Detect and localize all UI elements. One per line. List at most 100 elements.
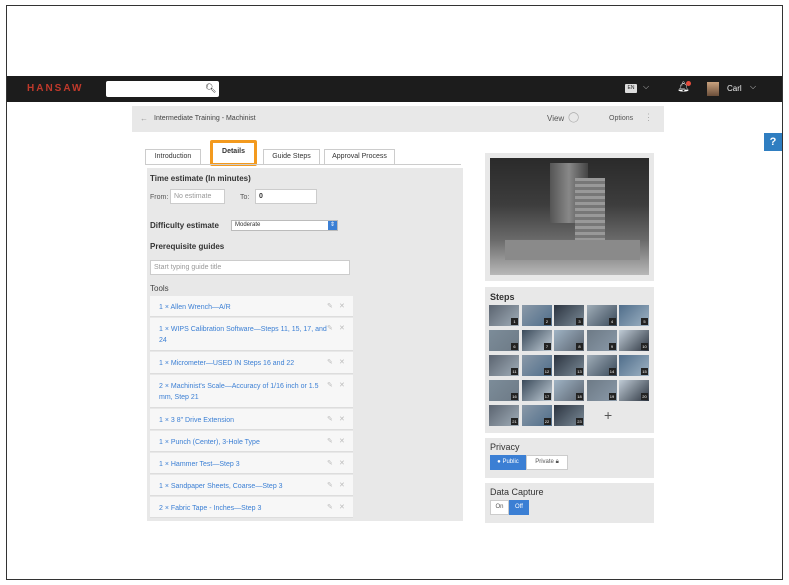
private-toggle[interactable]: Private 🔒︎ <box>526 455 568 470</box>
close-icon[interactable]: ✕ <box>339 415 345 423</box>
difficulty-label: Difficulty estimate <box>150 221 219 230</box>
step-thumbnail[interactable]: 7 <box>521 330 552 351</box>
back-arrow-icon[interactable]: ← <box>140 114 148 123</box>
step-number: 18 <box>576 393 583 400</box>
time-estimate-label: Time estimate (In minutes) <box>150 174 251 183</box>
guide-main-image[interactable] <box>485 153 654 281</box>
tool-item[interactable]: 1 × Micrometer—USED IN Steps 16 and 22 ✎… <box>150 352 353 374</box>
tool-item[interactable]: 2 × Machinist's Scale—Accuracy of 1/16 i… <box>150 375 353 408</box>
step-thumbnail[interactable]: 10 <box>619 330 649 351</box>
edit-icon[interactable]: ✎ <box>327 437 333 445</box>
close-icon[interactable]: ✕ <box>339 437 345 445</box>
tool-item[interactable]: 1 × WIPS Calibration Software—Steps 11, … <box>150 318 353 351</box>
tool-item[interactable]: 1 × Hammer Test—Step 3 ✎ ✕ <box>150 453 353 474</box>
close-icon[interactable]: ✕ <box>339 481 345 489</box>
tool-text[interactable]: 1 × Allen Wrench—A/R <box>159 302 329 313</box>
step-thumbnail[interactable]: 3 <box>554 305 584 326</box>
logo: HANSAW <box>27 83 84 94</box>
user-name[interactable]: Carl <box>727 84 742 93</box>
step-number: 6 <box>511 343 518 350</box>
to-input[interactable]: 0 <box>255 189 317 204</box>
step-number: 17 <box>543 393 551 400</box>
step-thumbnail[interactable]: 1 <box>489 305 519 326</box>
step-number: 12 <box>543 368 551 375</box>
tab-guide-steps[interactable]: Guide Steps <box>263 149 320 165</box>
close-icon[interactable]: ✕ <box>339 358 345 366</box>
edit-icon[interactable]: ✎ <box>327 381 333 389</box>
step-thumbnail[interactable]: 6 <box>489 330 519 351</box>
more-vertical-icon[interactable]: ⋮ <box>644 112 653 123</box>
tool-item[interactable]: 1 × Allen Wrench—A/R ✎ ✕ <box>150 296 353 317</box>
step-thumbnail[interactable]: 21 <box>489 405 519 426</box>
edit-icon[interactable]: ✎ <box>327 324 333 332</box>
step-thumbnail[interactable]: 15 <box>619 355 649 376</box>
from-input[interactable]: No estimate <box>170 189 225 204</box>
edit-icon[interactable]: ✎ <box>327 481 333 489</box>
tool-text[interactable]: 1 × Hammer Test—Step 3 <box>159 459 329 470</box>
options-button[interactable]: Options <box>609 115 633 122</box>
tool-text[interactable]: 1 × 3 8" Drive Extension <box>159 415 329 426</box>
step-thumbnail[interactable]: 14 <box>586 355 617 376</box>
step-thumbnail[interactable]: 18 <box>554 380 584 401</box>
step-thumbnail[interactable]: 17 <box>521 380 552 401</box>
step-thumbnail[interactable]: 11 <box>489 355 519 376</box>
tool-text[interactable]: 2 × Fabric Tape - Inches—Step 3 <box>159 503 329 514</box>
step-thumbnail[interactable]: 23 <box>554 405 584 426</box>
tool-text[interactable]: 2 × Machinist's Scale—Accuracy of 1/16 i… <box>159 381 329 403</box>
close-icon[interactable]: ✕ <box>339 381 345 389</box>
step-thumbnail[interactable]: 5 <box>619 305 649 326</box>
step-thumbnail[interactable]: 19 <box>586 380 617 401</box>
search-icon[interactable]: 🔍︎ <box>205 83 216 94</box>
data-capture-off[interactable]: Off <box>509 500 529 515</box>
tab-introduction[interactable]: Introduction <box>145 149 201 165</box>
step-thumbnail[interactable]: 4 <box>586 305 617 326</box>
search-input[interactable]: 🔍︎ <box>106 81 219 97</box>
public-label: Public <box>502 459 519 465</box>
help-button[interactable]: ? <box>764 133 782 151</box>
tool-item[interactable]: 1 × Sandpaper Sheets, Coarse—Step 3 ✎ ✕ <box>150 475 353 496</box>
edit-icon[interactable]: ✎ <box>327 302 333 310</box>
difficulty-select[interactable]: Moderate ⇕ <box>231 220 338 231</box>
guide-title[interactable]: Intermediate Training - Machinist <box>154 115 256 122</box>
add-step-button[interactable]: + <box>604 407 612 423</box>
prerequisite-input[interactable]: Start typing guide title <box>150 260 350 275</box>
edit-icon[interactable]: ✎ <box>327 358 333 366</box>
step-thumbnail[interactable]: 9 <box>586 330 617 351</box>
data-capture-on[interactable]: On <box>490 500 509 515</box>
details-panel: Time estimate (In minutes) From: No esti… <box>147 168 463 521</box>
chevron-down-icon[interactable]: ⌵ <box>750 82 756 92</box>
step-thumbnail[interactable]: 2 <box>521 305 552 326</box>
machine-photo <box>490 158 649 275</box>
step-thumbnail[interactable]: 22 <box>521 405 552 426</box>
edit-icon[interactable]: ✎ <box>327 459 333 467</box>
tool-item[interactable]: 2 × Fabric Tape - Inches—Step 3 ✎ ✕ <box>150 497 353 518</box>
view-button[interactable]: View <box>547 114 564 123</box>
tool-text[interactable]: 1 × Punch (Center), 3-Hole Type <box>159 437 329 448</box>
language-selector[interactable]: EN <box>625 84 637 93</box>
step-thumbnail[interactable]: 16 <box>489 380 519 401</box>
step-thumbnail[interactable]: 13 <box>554 355 584 376</box>
machine-table <box>505 240 640 260</box>
step-thumbnail[interactable]: 20 <box>619 380 649 401</box>
magnifier-icon[interactable]: ◯ <box>568 112 579 123</box>
step-number: 21 <box>511 418 518 425</box>
chevron-down-icon[interactable]: ⌵ <box>643 82 649 92</box>
close-icon[interactable]: ✕ <box>339 503 345 511</box>
close-icon[interactable]: ✕ <box>339 324 345 332</box>
step-thumbnail[interactable]: 8 <box>554 330 584 351</box>
tool-text[interactable]: 1 × WIPS Calibration Software—Steps 11, … <box>159 324 329 346</box>
edit-icon[interactable]: ✎ <box>327 415 333 423</box>
tool-item[interactable]: 1 × Punch (Center), 3-Hole Type ✎ ✕ <box>150 431 353 452</box>
tab-approval-process[interactable]: Approval Process <box>324 149 395 165</box>
step-number: 11 <box>511 368 518 375</box>
public-toggle[interactable]: ● Public <box>490 455 526 470</box>
tool-text[interactable]: 1 × Micrometer—USED IN Steps 16 and 22 <box>159 358 329 369</box>
tab-details[interactable]: Details <box>210 140 257 166</box>
close-icon[interactable]: ✕ <box>339 302 345 310</box>
edit-icon[interactable]: ✎ <box>327 503 333 511</box>
tool-item[interactable]: 1 × 3 8" Drive Extension ✎ ✕ <box>150 409 353 430</box>
tool-text[interactable]: 1 × Sandpaper Sheets, Coarse—Step 3 <box>159 481 329 492</box>
step-thumbnail[interactable]: 12 <box>521 355 552 376</box>
close-icon[interactable]: ✕ <box>339 459 345 467</box>
avatar[interactable] <box>707 82 719 96</box>
